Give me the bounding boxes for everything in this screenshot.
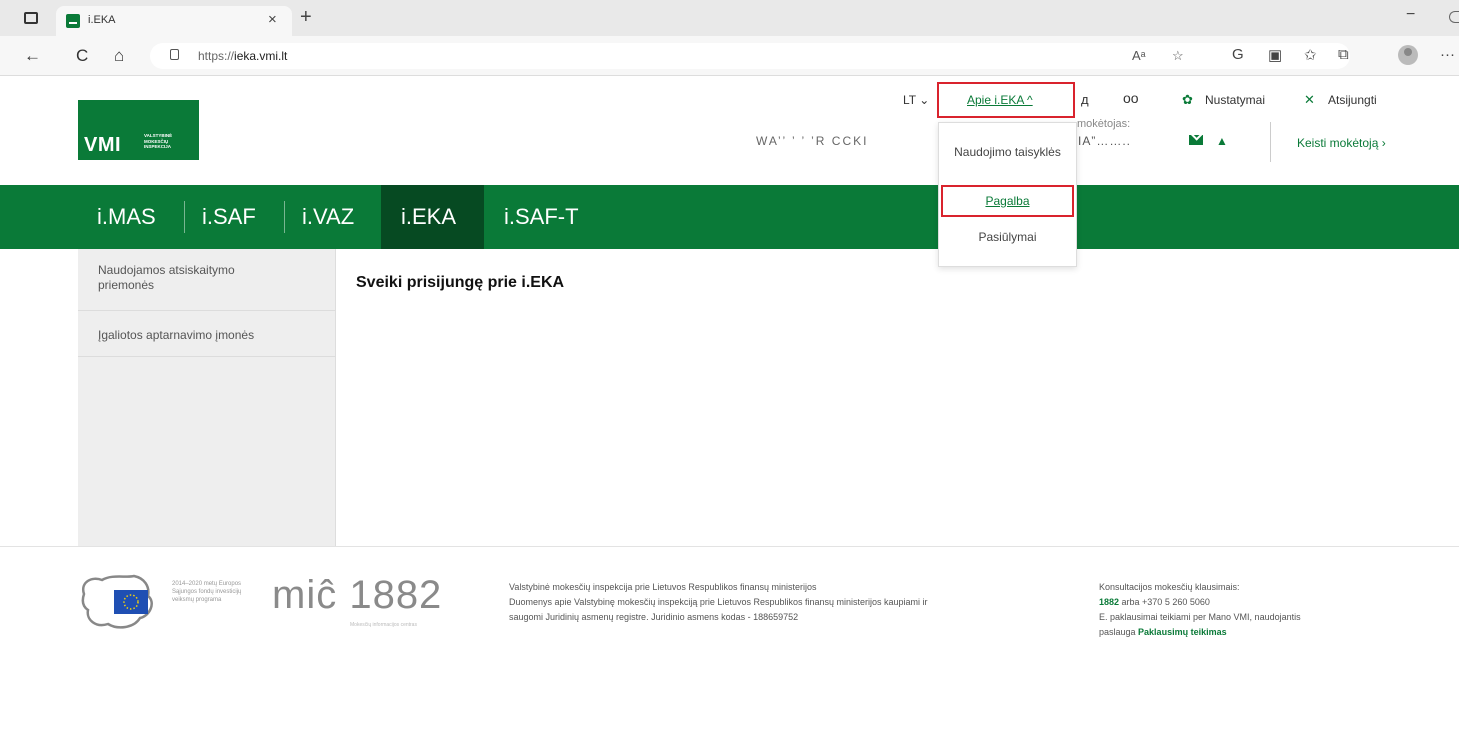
footer-legal-line: saugomi Juridinių asmenų registre. Jurid… (509, 612, 799, 622)
main-nav: i.MAS i.SAF i.VAZ i.EKA i.SAF-T (0, 185, 1459, 249)
footer-legal-text: Valstybinė mokesčių inspekcija prie Liet… (509, 580, 1079, 625)
nav-separator (284, 201, 285, 233)
collections-icon[interactable]: ⧉ (1338, 46, 1349, 63)
moketojas-name: IA”…….. (1078, 134, 1132, 148)
footer-divider (0, 546, 1459, 547)
nav-item-imas[interactable]: i.MAS (97, 185, 156, 249)
language-selector[interactable]: LT ⌄ (903, 93, 929, 107)
browser-address-bar: ← C ⌂ https://ieka.vmi.lt Aᵃ ☆ G ▣ ✩ ⧉ ·… (0, 36, 1459, 76)
footer-contacts: Konsultacijos mokesčių klausimais: 1882 … (1099, 580, 1399, 640)
new-tab-icon[interactable]: + (300, 6, 312, 29)
phone-rest: arba +370 5 260 5060 (1119, 597, 1210, 607)
nav-item-ieka[interactable]: i.EKA (401, 185, 456, 249)
lock-icon[interactable] (170, 49, 179, 60)
sidebar-item-naudojamos-priemones[interactable]: Naudojamos atsiskaitymo priemonės (78, 249, 336, 311)
read-aloud-icon[interactable]: Aᵃ (1132, 48, 1146, 63)
window-edge-icon[interactable] (1449, 11, 1459, 23)
minimize-icon[interactable]: − (1406, 6, 1415, 24)
back-icon[interactable]: ← (24, 46, 41, 66)
keisti-moketoja-link[interactable]: Keisti mokėtoją › (1297, 136, 1386, 150)
mail-icon[interactable] (1189, 135, 1203, 145)
moketojas-label: mokėtojas: (1077, 118, 1131, 130)
eu-program-text: 2014–2020 metų Europos Sąjungos fondų in… (172, 581, 242, 603)
nav-separator (184, 201, 185, 233)
browser-tab[interactable]: i.EKA × (56, 6, 292, 36)
tab-title: i.EKA (88, 14, 116, 26)
sidebar-item-igaliotos-imones[interactable]: Įgaliotos aptarnavimo įmonės (78, 311, 336, 357)
url-text[interactable]: https://ieka.vmi.lt (198, 49, 287, 63)
favicon-icon (66, 14, 80, 28)
split-screen-icon[interactable]: ▣ (1268, 46, 1282, 64)
url-field[interactable]: https://ieka.vmi.lt Aᵃ ☆ (150, 43, 1350, 69)
footer-contact-phone: 1882 arba +370 5 260 5060 (1099, 595, 1399, 610)
more-icon[interactable]: ··· (1440, 46, 1455, 63)
refresh-page-icon[interactable]: G (1232, 46, 1244, 63)
logo-text: VMI (84, 134, 122, 156)
nav-item-isaf[interactable]: i.SAF (202, 185, 256, 249)
home-icon[interactable]: ⌂ (114, 46, 124, 66)
accessibility-icon[interactable]: д (1081, 92, 1089, 107)
close-icon: ✕ (1304, 92, 1315, 107)
paslauga-text: paslauga (1099, 627, 1139, 637)
glasses-icon[interactable]: oo (1123, 90, 1139, 106)
footer-contact-line: paslauga Paklausimų teikimas (1099, 625, 1399, 640)
browser-tab-bar: i.EKA × + − (0, 0, 1459, 36)
dropdown-naudojimo-taisykles[interactable]: Naudojimo taisyklės (939, 144, 1076, 160)
eu-map-icon (81, 574, 153, 629)
favorites-icon[interactable]: ✩ (1304, 46, 1317, 64)
mic-1882-logo[interactable]: miĉ 1882 (272, 573, 442, 618)
user-name: WA’’ ’ ’ ’R CCKI (756, 134, 869, 148)
sidebar: Naudojamos atsiskaitymo priemonės Įgalio… (78, 249, 336, 546)
pagalba-highlight-box (941, 185, 1074, 217)
vmi-logo[interactable]: VMI VALSTYBINĖ MOKESČIŲ INSPEKCIJA (78, 100, 199, 160)
atsijungti-link[interactable]: Atsijungti (1328, 93, 1377, 107)
page-title: Sveiki prisijungę prie i.EKA (356, 274, 565, 291)
refresh-icon[interactable]: C (76, 46, 88, 66)
tab-actions-icon[interactable] (24, 12, 38, 24)
phone-1882[interactable]: 1882 (1099, 597, 1119, 607)
close-tab-icon[interactable]: × (268, 11, 277, 28)
footer-contact-title: Konsultacijos mokesčių klausimais: (1099, 582, 1240, 592)
paklausimu-teikimas-link[interactable]: Paklausimų teikimas (1138, 627, 1227, 637)
bell-icon[interactable]: ▲ (1216, 134, 1228, 148)
logo-subtitle: VALSTYBINĖ MOKESČIŲ INSPEKCIJA (144, 133, 173, 149)
nav-item-isaft[interactable]: i.SAF-T (504, 185, 579, 249)
sidebar-item-label: Naudojamos atsiskaitymo priemonės (98, 263, 235, 292)
nav-item-ivaz[interactable]: i.VAZ (302, 185, 354, 249)
favorite-add-icon[interactable]: ☆ (1172, 48, 1184, 64)
footer-contact-line: E. paklausimai teikiami per Mano VMI, na… (1099, 612, 1301, 622)
mic-subtitle: Mokesčių informacijos centras (350, 622, 417, 628)
footer-legal-line: Valstybinė mokesčių inspekcija prie Liet… (509, 582, 817, 592)
footer-legal-line: Duomenys apie Valstybinę mokesčių inspek… (509, 597, 928, 607)
gear-icon: ✿ (1182, 92, 1193, 107)
nustatymai-link[interactable]: Nustatymai (1205, 93, 1265, 107)
profile-avatar[interactable] (1398, 45, 1418, 65)
sidebar-item-label: Įgaliotos aptarnavimo įmonės (98, 328, 255, 342)
apie-ieka-menu[interactable]: Apie i.EKA ^ (967, 93, 1033, 107)
dropdown-pasiulymai[interactable]: Pasiūlymai (939, 230, 1076, 244)
header-divider (1270, 122, 1271, 162)
